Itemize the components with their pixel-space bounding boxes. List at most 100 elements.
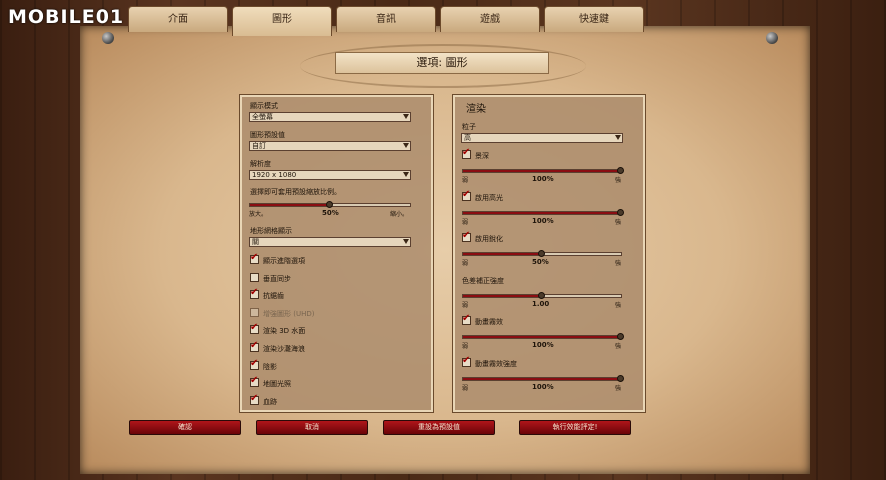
ui-scale-max: 縮小。 [390, 211, 409, 218]
slider-label: 動畫霧效強度 [475, 359, 517, 368]
resolution-dropdown[interactable]: 1920 x 1080 [249, 170, 411, 180]
checkbox-label: 顯示進階選項 [263, 257, 305, 265]
tab-interface[interactable]: 介面 [128, 6, 228, 32]
display-mode-dropdown[interactable]: 全螢幕 [249, 112, 411, 122]
confirm-button[interactable]: 確認 [129, 420, 241, 435]
slider-value: 50% [532, 258, 549, 266]
ui-scale-min: 放大。 [249, 211, 268, 218]
ui-scale-fill [250, 204, 330, 206]
slider-max-label: 強 [615, 301, 622, 309]
checkbox-label: 增強圖形 (UHD) [263, 309, 315, 318]
rendering-slider[interactable] [462, 167, 624, 174]
ui-scale-label: 選擇即可套用預設縮放比例。 [250, 188, 341, 196]
slider-value: 100% [532, 175, 554, 183]
display-mode-label: 顯示模式 [250, 102, 278, 110]
reset-defaults-button[interactable]: 重設為預設值 [383, 420, 495, 435]
rendering-title: 渲染 [466, 104, 486, 115]
particles-value: 高 [464, 134, 471, 142]
rendering-slider[interactable] [462, 374, 624, 382]
tab-game[interactable]: 遊戲 [440, 6, 540, 32]
checkbox[interactable] [462, 147, 471, 159]
slider-fill [463, 294, 542, 297]
chevron-down-icon [403, 239, 409, 244]
checkbox-label: 地圖光照 [263, 380, 291, 389]
slider-max-label: 強 [615, 343, 622, 350]
tab-audio[interactable]: 音訊 [336, 6, 436, 32]
preset-label: 圖形預設值 [250, 131, 285, 139]
checkbox [250, 307, 259, 317]
preset-value: 自訂 [252, 142, 266, 150]
slider-min-label: 弱 [462, 218, 469, 226]
rendering-slider[interactable] [462, 250, 622, 257]
cancel-button[interactable]: 取消 [256, 420, 368, 435]
slider-fill [463, 253, 542, 255]
chevron-down-icon [403, 143, 409, 148]
slider-knob[interactable] [538, 291, 545, 299]
watermark: MOBILE01 [8, 6, 125, 28]
tab-graphics[interactable]: 圖形 [232, 6, 332, 36]
checkbox[interactable] [462, 313, 471, 325]
pin-icon [766, 32, 778, 44]
slider-value: 1.00 [532, 299, 550, 308]
slider-knob[interactable] [617, 208, 624, 216]
slider-knob[interactable] [617, 333, 624, 340]
slider-min-label: 弱 [462, 343, 469, 350]
slider-label: 色差補正強度 [462, 276, 504, 285]
checkbox[interactable] [250, 287, 259, 300]
grid-label: 地形網格顯示 [250, 227, 292, 235]
checkbox[interactable] [250, 340, 259, 352]
slider-value: 100% [532, 216, 554, 225]
slider-knob[interactable] [617, 374, 624, 382]
slider-max-label: 強 [615, 177, 622, 184]
dialog-title: 選項: 圖形 [335, 52, 549, 74]
preset-dropdown[interactable]: 自訂 [249, 141, 411, 151]
grid-value: 關 [252, 238, 259, 246]
options-parchment [80, 26, 810, 474]
ui-scale-slider[interactable] [249, 201, 411, 208]
chevron-down-icon [403, 114, 409, 119]
resolution-label: 解析度 [250, 160, 271, 168]
slider-label: 啟用銳化 [475, 235, 503, 243]
checkbox[interactable] [250, 375, 259, 388]
checkbox[interactable] [462, 355, 471, 367]
rendering-slider[interactable] [462, 291, 622, 299]
checkbox[interactable] [462, 230, 471, 242]
rendering-slider[interactable] [462, 333, 624, 340]
slider-knob[interactable] [538, 250, 545, 257]
slider-knob[interactable] [617, 167, 624, 174]
ui-scale-value: 50% [322, 209, 339, 217]
checkbox[interactable] [250, 393, 259, 405]
slider-max-label: 強 [615, 260, 622, 267]
run-benchmark-button[interactable]: 執行效能評定! [519, 420, 631, 435]
slider-fill [463, 211, 621, 214]
checkbox-label: 垂直同步 [263, 274, 291, 283]
checkbox[interactable] [462, 189, 471, 201]
tab-hotkeys[interactable]: 快速鍵 [544, 6, 644, 32]
checkbox-label: 陰影 [263, 362, 277, 371]
slider-value: 100% [532, 382, 554, 391]
slider-min-label: 弱 [462, 384, 469, 392]
slider-min-label: 弱 [462, 177, 469, 184]
checkbox-label: 抗鋸齒 [263, 292, 284, 301]
pin-icon [102, 32, 114, 44]
ui-scale-knob[interactable] [326, 201, 333, 208]
slider-fill [463, 170, 621, 172]
checkbox[interactable] [250, 272, 259, 282]
slider-min-label: 弱 [462, 301, 469, 309]
display-mode-value: 全螢幕 [252, 113, 273, 121]
checkbox[interactable] [250, 322, 259, 335]
slider-max-label: 強 [615, 384, 622, 392]
checkbox[interactable] [250, 358, 259, 370]
slider-min-label: 弱 [462, 260, 469, 267]
slider-max-label: 強 [615, 218, 622, 226]
chevron-down-icon [403, 172, 409, 177]
checkbox-label: 血跡 [263, 397, 277, 406]
options-tabs: 介面 圖形 音訊 遊戲 快速鍵 [128, 6, 818, 36]
slider-label: 動畫霧效 [475, 318, 503, 326]
chevron-down-icon [615, 135, 621, 140]
checkbox[interactable] [250, 252, 259, 264]
grid-dropdown[interactable]: 關 [249, 237, 411, 247]
rendering-slider[interactable] [462, 208, 624, 216]
particles-dropdown[interactable]: 高 [461, 133, 623, 143]
slider-label: 啟用高光 [475, 193, 503, 202]
